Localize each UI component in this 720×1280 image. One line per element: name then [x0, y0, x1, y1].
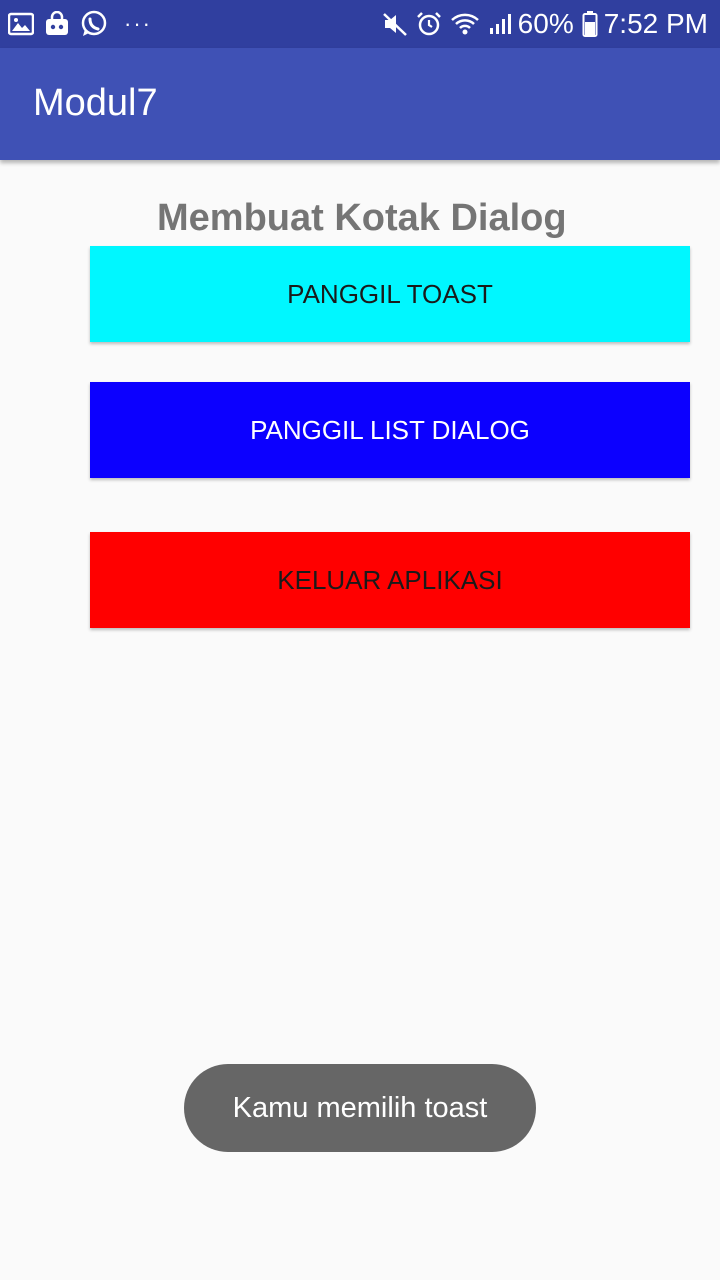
panggil-list-dialog-button[interactable]: PANGGIL LIST DIALOG	[90, 382, 690, 478]
status-bar: ··· 60% 7:52 PM	[0, 0, 720, 48]
keluar-aplikasi-button[interactable]: KELUAR APLIKASI	[90, 532, 690, 628]
panggil-toast-button[interactable]: PANGGIL TOAST	[90, 246, 690, 342]
toast-text: Kamu memilih toast	[232, 1091, 488, 1124]
battery-percent: 60%	[517, 8, 574, 39]
system-icons: 60% 7:52 PM	[374, 6, 708, 42]
app-title: Modul7	[33, 82, 158, 124]
wifi-icon	[450, 12, 480, 36]
toast-message: Kamu memilih toast	[184, 1064, 536, 1152]
mute-icon	[382, 11, 408, 37]
whatsapp-icon	[80, 10, 108, 38]
more-notifications-icon: ···	[124, 11, 152, 36]
battery-icon	[582, 10, 598, 38]
clock: 7:52 PM	[603, 8, 708, 39]
page-heading: Membuat Kotak Dialog	[157, 197, 567, 239]
notification-icons: ···	[8, 9, 152, 39]
signal-icon	[488, 12, 512, 36]
shopping-bag-icon	[44, 11, 70, 37]
alarm-icon	[416, 11, 442, 37]
app-bar: Modul7	[0, 48, 720, 160]
gallery-icon	[8, 12, 34, 36]
